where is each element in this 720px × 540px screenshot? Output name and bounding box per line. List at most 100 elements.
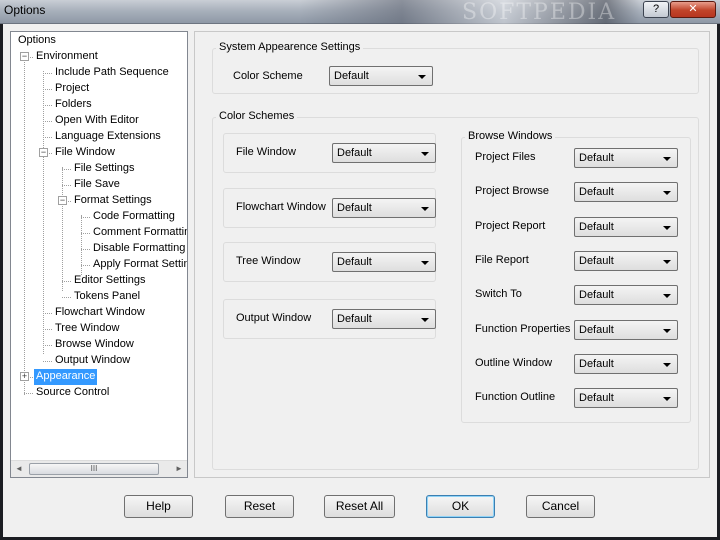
project-browse-select[interactable]: Default	[574, 182, 678, 203]
tree-line	[43, 71, 44, 354]
tree-item-language-extensions[interactable]: Language Extensions	[53, 129, 163, 145]
color-schemes-group: Color Schemes File Window Default Flowchar…	[212, 110, 699, 470]
tree-item-format-settings[interactable]: Format Settings	[72, 193, 154, 209]
tree-item-code-formatting[interactable]: Code Formatting	[91, 209, 177, 225]
color-scheme-label: Color Scheme	[233, 70, 303, 82]
collapse-icon[interactable]: −	[20, 52, 29, 61]
tree-item-file-save[interactable]: File Save	[72, 177, 122, 193]
title-close-button[interactable]: ✕	[670, 1, 716, 18]
ok-button[interactable]: OK	[426, 495, 495, 518]
tree-horizontal-scrollbar[interactable]: ◄ III ►	[11, 460, 187, 477]
collapse-icon[interactable]: −	[39, 148, 48, 157]
settings-panel: System Appearence Settings Color Scheme …	[194, 31, 710, 478]
tree-line	[81, 215, 82, 275]
title-help-button[interactable]: ?	[643, 1, 669, 18]
switch-to-select[interactable]: Default	[574, 285, 678, 306]
tree-item-output-window[interactable]: Output Window	[53, 353, 132, 369]
tree-item-options[interactable]: Options	[16, 33, 58, 49]
chevron-down-icon	[418, 75, 426, 79]
combo-value: Default	[337, 256, 372, 268]
combo-value: Default	[334, 70, 369, 82]
function-properties-label: Function Properties	[475, 322, 571, 335]
expand-icon[interactable]: +	[20, 372, 29, 381]
project-files-select[interactable]: Default	[574, 148, 678, 168]
tree-item-source-control[interactable]: Source Control	[34, 385, 111, 401]
cancel-button[interactable]: Cancel	[526, 495, 595, 518]
tree-window-select[interactable]: Default	[332, 252, 436, 272]
flowchart-window-row: Flowchart Window Default	[223, 188, 436, 228]
file-window-label: File Window	[236, 146, 296, 158]
output-window-label: Output Window	[236, 312, 312, 324]
browse-windows-group: Browse Windows Project Files Default Proje…	[461, 130, 691, 423]
tree-item-editor-settings[interactable]: Editor Settings	[72, 273, 148, 289]
tree-item-environment[interactable]: Environment	[34, 49, 100, 65]
color-scheme-select[interactable]: Default	[329, 66, 433, 86]
tree-line	[62, 185, 71, 186]
tree-line	[81, 233, 90, 234]
chevron-down-icon	[663, 397, 671, 402]
chevron-down-icon	[421, 152, 429, 156]
tree-item-file-window[interactable]: File Window	[53, 145, 117, 161]
tree-item-appearance[interactable]: Appearance	[34, 369, 98, 385]
scroll-thumb[interactable]: III	[29, 463, 159, 475]
collapse-icon[interactable]: −	[58, 196, 67, 205]
project-files-label: Project Files	[475, 151, 536, 163]
tree-item-tokens-panel[interactable]: Tokens Panel	[72, 289, 142, 305]
tree-item-comment-formatting[interactable]: Comment Formatting	[91, 225, 187, 241]
tree-item-flowchart-window[interactable]: Flowchart Window	[53, 305, 147, 321]
tree-item-browse-window[interactable]: Browse Window	[53, 337, 136, 353]
tree-item-disable-formatting[interactable]: Disable Formatting	[91, 241, 187, 257]
watermark: SOFTPEDIA	[462, 0, 617, 25]
scroll-right-icon[interactable]: ►	[171, 461, 187, 477]
tree-line	[43, 105, 52, 106]
title-bar[interactable]: Options SOFTPEDIA ? ✕	[0, 0, 720, 25]
tree-item-include-path-sequence[interactable]: Include Path Sequence	[53, 65, 171, 81]
help-button[interactable]: Help	[124, 495, 193, 518]
scroll-left-icon[interactable]: ◄	[11, 461, 27, 477]
tree-line	[43, 73, 52, 74]
tree-line	[24, 393, 33, 394]
chevron-down-icon	[421, 261, 429, 265]
combo-value: Default	[337, 202, 372, 214]
close-icon: ✕	[688, 3, 698, 15]
combo-value: Default	[337, 313, 372, 325]
combo-value: Default	[579, 392, 614, 405]
window-title: Options	[4, 3, 46, 17]
tree-item-file-settings[interactable]: File Settings	[72, 161, 137, 177]
project-browse-label: Project Browse	[475, 185, 549, 198]
tree-item-project[interactable]: Project	[53, 81, 91, 97]
function-outline-label: Function Outline	[475, 391, 556, 404]
options-window: Options − Environment Include Path Sequence…	[3, 24, 717, 537]
chevron-down-icon	[663, 362, 671, 367]
tree-item-open-with-editor[interactable]: Open With Editor	[53, 113, 141, 129]
tree-item-tree-window[interactable]: Tree Window	[53, 321, 121, 337]
file-window-row: File Window Default	[223, 133, 436, 173]
tree-item-folders[interactable]: Folders	[53, 97, 94, 113]
tree-item-apply-format-settings[interactable]: Apply Format Settings	[91, 257, 187, 273]
combo-value: Default	[579, 254, 614, 267]
chevron-down-icon	[421, 318, 429, 322]
file-report-select[interactable]: Default	[574, 250, 678, 271]
chevron-down-icon	[421, 207, 429, 211]
tree-window-label: Tree Window	[236, 255, 301, 267]
project-report-label: Project Report	[475, 219, 546, 232]
browse-windows-title: Browse Windows	[465, 130, 556, 142]
tree-line	[43, 313, 52, 314]
function-outline-select[interactable]: Default	[574, 388, 678, 409]
reset-all-button[interactable]: Reset All	[324, 495, 395, 518]
combo-value: Default	[579, 323, 614, 336]
outline-window-select[interactable]: Default	[574, 353, 678, 374]
flowchart-window-select[interactable]: Default	[332, 198, 436, 218]
tree-line	[62, 169, 71, 170]
project-report-select[interactable]: Default	[574, 216, 678, 237]
reset-button[interactable]: Reset	[225, 495, 294, 518]
tree-line	[43, 345, 52, 346]
options-tree[interactable]: Options − Environment Include Path Sequence…	[10, 31, 188, 478]
system-appearance-title: System Appearence Settings	[216, 41, 364, 53]
combo-value: Default	[337, 147, 372, 159]
function-properties-select[interactable]: Default	[574, 319, 678, 340]
outline-window-label: Outline Window	[475, 356, 553, 369]
tree-line	[81, 249, 90, 250]
output-window-select[interactable]: Default	[332, 309, 436, 329]
file-window-select[interactable]: Default	[332, 143, 436, 163]
